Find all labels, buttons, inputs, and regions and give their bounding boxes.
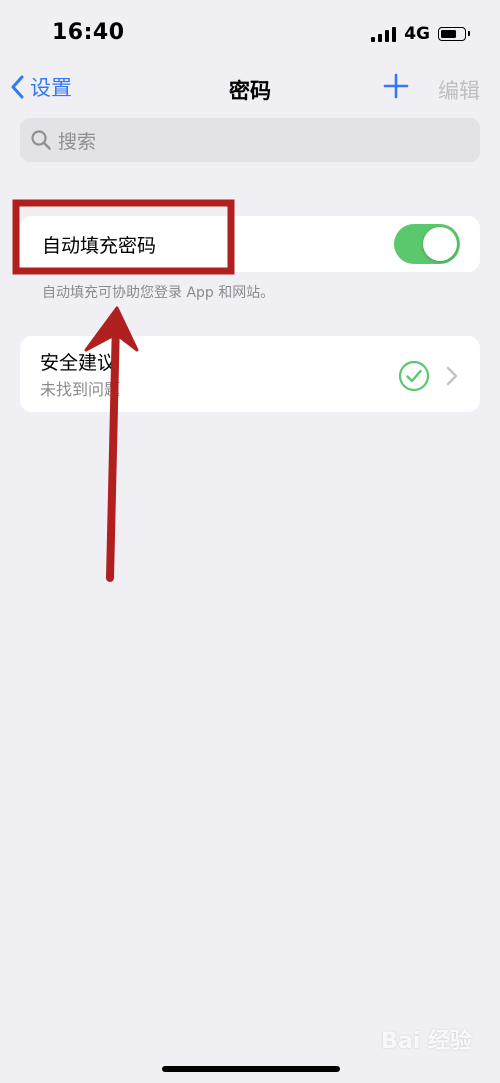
plus-icon bbox=[383, 73, 409, 99]
battery-icon bbox=[438, 27, 470, 41]
page-title: 密码 bbox=[229, 79, 271, 103]
signal-icon bbox=[371, 26, 397, 42]
search-icon bbox=[31, 130, 51, 150]
watermark: Bai 经验 bbox=[381, 1029, 472, 1054]
chevron-right-icon bbox=[446, 366, 458, 386]
security-title: 安全建议 bbox=[40, 352, 117, 374]
security-recommendations-row[interactable]: 安全建议 未找到问题 bbox=[20, 336, 480, 412]
status-time: 16:40 bbox=[52, 20, 125, 45]
network-type: 4G bbox=[404, 24, 430, 44]
autofill-label: 自动填充密码 bbox=[42, 235, 157, 257]
annotation-overlay bbox=[12, 199, 235, 582]
autofill-row: 自动填充密码 bbox=[20, 216, 480, 272]
status-bar: 16:40 4G bbox=[0, 0, 500, 66]
toggle-knob bbox=[423, 227, 457, 261]
add-button[interactable] bbox=[382, 72, 410, 104]
autofill-toggle[interactable] bbox=[394, 224, 460, 264]
autofill-footer: 自动填充可协助您登录 App 和网站。 bbox=[42, 285, 275, 301]
search-placeholder: 搜索 bbox=[58, 130, 97, 153]
home-indicator bbox=[162, 1066, 340, 1072]
check-circle-icon bbox=[398, 360, 430, 392]
search-field[interactable]: 搜索 bbox=[20, 118, 480, 162]
status-indicators: 4G bbox=[371, 24, 470, 44]
navigation-bar: 设置 密码 编辑 bbox=[0, 66, 500, 112]
edit-button[interactable]: 编辑 bbox=[438, 75, 480, 105]
security-subtitle: 未找到问题 bbox=[40, 380, 121, 399]
